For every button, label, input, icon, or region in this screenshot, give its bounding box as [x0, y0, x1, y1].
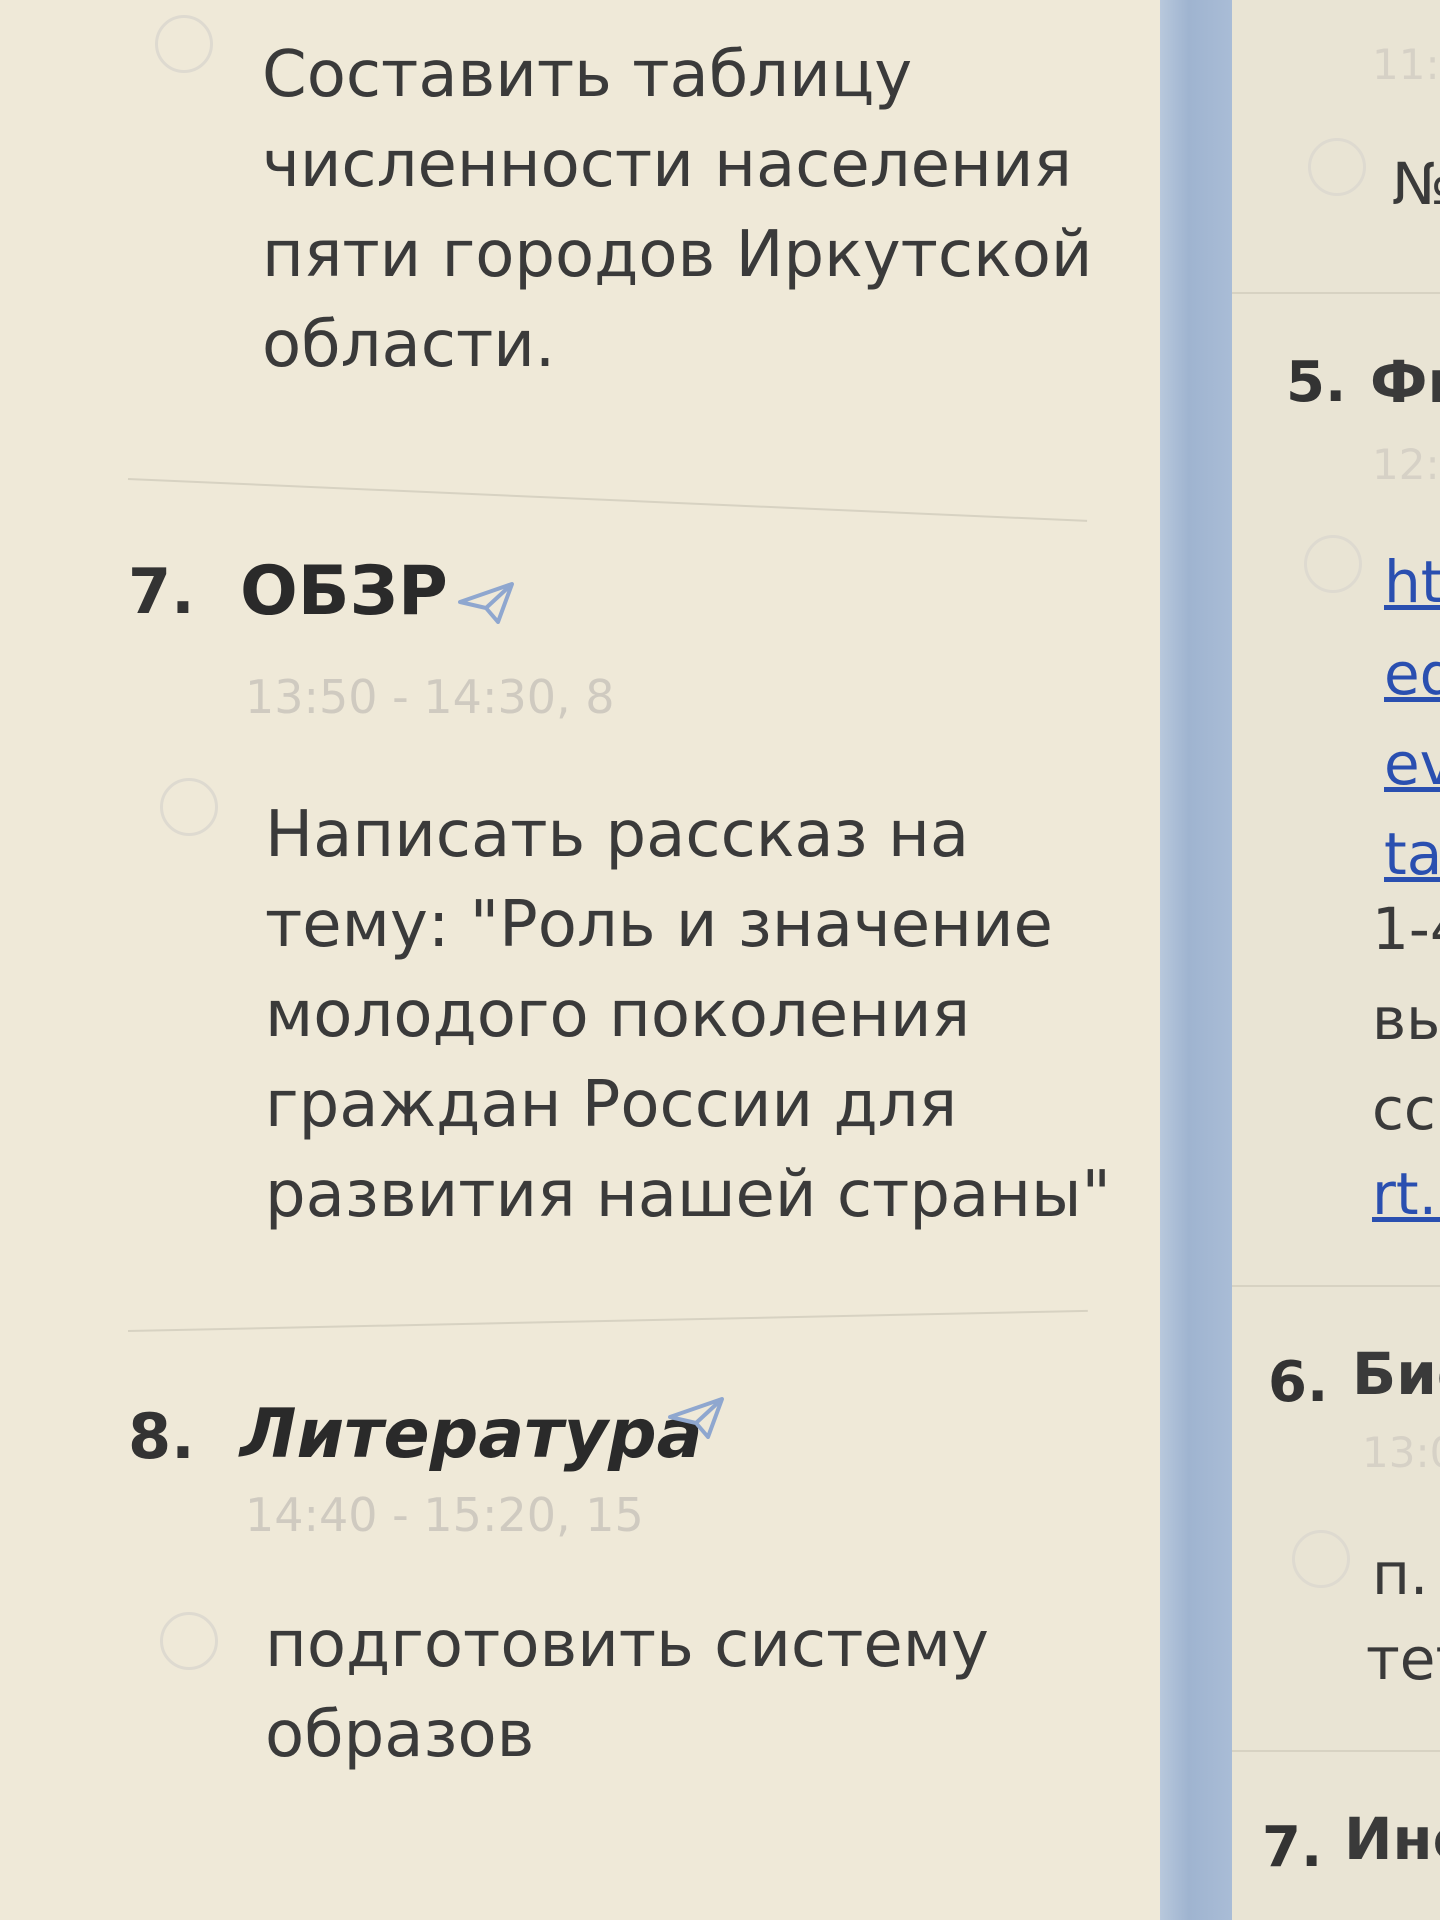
lesson-time: 13:0 — [1362, 1428, 1440, 1477]
divider — [1232, 292, 1440, 294]
task-text: п. 2 — [1372, 1540, 1440, 1608]
lesson-time: 14:40 - 15:20, 15 — [245, 1488, 644, 1542]
divider — [127, 478, 1088, 522]
task-text: Составить таблицу численности населения … — [262, 38, 1093, 382]
task-text: 1-4 — [1372, 895, 1440, 963]
task-text: подготовить систему образов — [265, 1608, 989, 1772]
lesson-number: 6. — [1268, 1350, 1329, 1415]
task-checkbox[interactable] — [155, 15, 213, 73]
paper-plane-icon[interactable] — [458, 580, 514, 624]
divider — [1232, 1285, 1440, 1287]
lesson-number: 7. — [128, 555, 195, 628]
lesson-title: Фи — [1370, 348, 1440, 416]
lesson-title: Инс — [1344, 1805, 1440, 1873]
lesson-number: 5. — [1286, 350, 1347, 415]
task-text: вы — [1372, 985, 1440, 1053]
task-text: тет — [1366, 1625, 1440, 1693]
task-checkbox[interactable] — [160, 778, 218, 836]
lesson-number: 8. — [128, 1400, 195, 1473]
paper-plane-icon[interactable] — [668, 1395, 724, 1439]
lesson-time: 11: — [1372, 40, 1440, 89]
task-link[interactable]: tas — [1384, 820, 1440, 888]
lesson-time: 13:50 - 14:30, 8 — [245, 670, 615, 724]
task-link[interactable]: htt — [1384, 548, 1440, 616]
task-checkbox[interactable] — [1304, 535, 1362, 593]
lesson-title: Био — [1352, 1340, 1440, 1408]
task-checkbox[interactable] — [1292, 1530, 1350, 1588]
task-link[interactable]: ev — [1384, 730, 1440, 798]
lesson-number: 7. — [1262, 1815, 1323, 1880]
homework-list: Составить таблицу численности населения … — [0, 0, 1160, 1920]
divider — [127, 1309, 1088, 1332]
task-text: ссь — [1372, 1075, 1440, 1143]
task-link[interactable]: rt.r — [1372, 1160, 1440, 1228]
lesson-time: 12: — [1372, 440, 1440, 489]
task-checkbox[interactable] — [1308, 138, 1366, 196]
task-checkbox[interactable] — [160, 1612, 218, 1670]
lesson-title: ОБЗР — [240, 552, 448, 631]
column-separator — [1160, 0, 1232, 1920]
right-column: 11: № 5. Фи 12: htt ed ev tas 1-4 вы ссь… — [1232, 0, 1440, 1920]
task-link[interactable]: ed — [1384, 640, 1440, 708]
task-text: № — [1392, 150, 1440, 218]
divider — [1232, 1750, 1440, 1752]
task-text: Написать рассказ на тему: "Роль и значен… — [265, 798, 1111, 1232]
lesson-title: Литература — [240, 1395, 703, 1474]
